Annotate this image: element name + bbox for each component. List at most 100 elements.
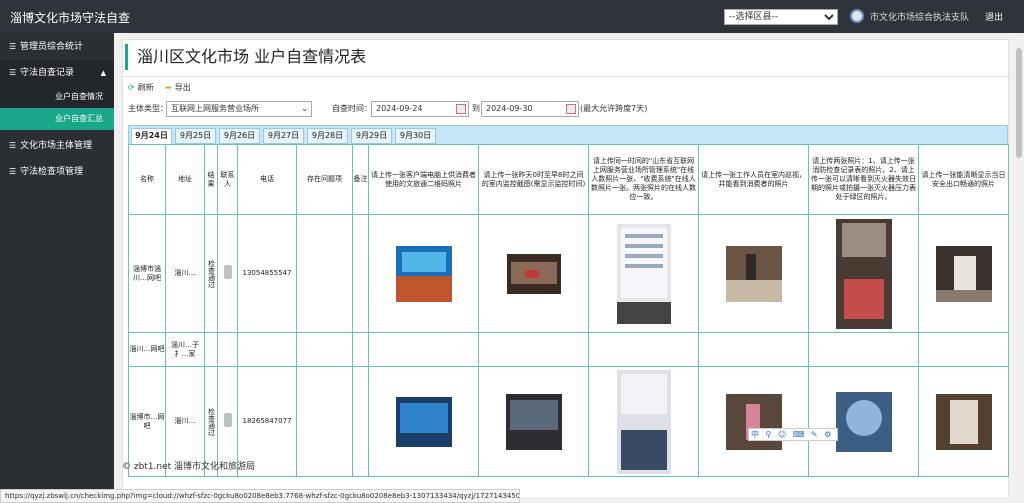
cell-photo	[368, 366, 479, 477]
cell-photo	[478, 332, 589, 367]
calendar-icon[interactable]	[456, 104, 466, 114]
tab-day-2[interactable]: 9月25日	[175, 128, 216, 144]
cell-result: 检查通过	[204, 214, 218, 333]
chevron-up-icon: ▲	[100, 69, 106, 77]
app-title: 淄博文化市场守法自查	[10, 11, 131, 25]
cell-contact	[217, 214, 238, 333]
status-bar-url: https://qyzj.zbswlj.cn/checkimg.php?img=…	[0, 489, 520, 503]
col-header-photo-patrol: 请上传一张工作人员在室内巡视，并能看到消费者的照片	[698, 144, 809, 215]
fire-photo-thumbnail[interactable]	[835, 218, 892, 329]
content-panel: 淄川区文化市场 业户自查情况表 ⟳ 刷新 ➦ 导出 主体类型： 互联网上网服务营业场…	[122, 39, 1010, 499]
top-bar: 淄博文化市场守法自查 --选择区县-- 市文化市场综合执法支队 退出	[0, 0, 1024, 33]
sidebar-item-label: 管理员综合统计	[20, 42, 84, 52]
qr-photo-thumbnail[interactable]	[395, 396, 452, 447]
result-text: 检查通过	[207, 259, 216, 288]
cell-photo	[918, 366, 1009, 477]
org-name: 市文化市场综合执法支队	[870, 13, 970, 23]
sidebar: ☰ 管理员综合统计 ☰ 守法自查记录 ▲ 业户自查情况 业户自查汇总 ☰ 文化市场主体管…	[0, 33, 114, 503]
cell-address: 淄川…	[165, 214, 205, 333]
logout-link[interactable]: 退出	[985, 10, 1003, 23]
list-icon: ☰	[9, 167, 17, 176]
start-date-value: 2024-09-24	[376, 104, 423, 113]
cell-issues	[296, 366, 353, 477]
tab-day-1[interactable]: 9月24日	[131, 128, 172, 144]
col-header-result: 结果	[204, 144, 218, 215]
tab-day-7[interactable]: 9月30日	[395, 128, 436, 144]
cell-photo	[588, 214, 699, 333]
filter-bar: 主体类型： 互联网上网服务营业场所 ⌄ 自查时间： 2024-09-24 到 20…	[128, 101, 1008, 119]
cell-photo	[368, 332, 479, 367]
org-info: 市文化市场综合执法支队	[850, 9, 970, 23]
end-date-input[interactable]: 2024-09-30	[481, 101, 579, 117]
cell-photo	[698, 332, 809, 367]
cell-result	[204, 332, 218, 367]
type-value: 互联网上网服务营业场所	[171, 104, 259, 113]
scrollbar-thumb[interactable]	[1016, 48, 1022, 158]
cell-address: 淄川…子扌…家	[165, 332, 205, 367]
ime-toolbar[interactable]: 中 ⚲ ☺ ⌨ ✎ ⚙	[748, 428, 838, 441]
qr-photo-thumbnail[interactable]	[395, 245, 452, 302]
sidebar-item-label: 守法自查记录	[20, 68, 75, 78]
table-row: 淄博市淄川…网吧 淄川… 检查通过 13054855547	[128, 214, 1009, 333]
cell-photo	[588, 332, 699, 367]
cell-photo	[918, 214, 1009, 333]
sidebar-item-label: 文化市场主体管理	[20, 141, 93, 151]
cell-photo	[698, 214, 809, 333]
sidebar-subitem-summary[interactable]: 业户自查汇总	[0, 108, 114, 130]
col-header-name: 名称	[128, 144, 166, 215]
time-label: 自查时间：	[332, 104, 372, 113]
exit-photo-thumbnail[interactable]	[935, 393, 992, 450]
sidebar-item-records[interactable]: ☰ 守法自查记录 ▲	[0, 60, 114, 86]
export-label: 导出	[174, 83, 191, 92]
tab-day-6[interactable]: 9月29日	[351, 128, 392, 144]
contact-redacted	[223, 265, 232, 279]
cell-address-text: 淄川…子扌…家	[171, 340, 199, 358]
tab-day-3[interactable]: 9月26日	[219, 128, 260, 144]
district-select[interactable]: --选择区县--	[724, 9, 838, 25]
cell-name: 淄博市淄川…网吧	[128, 214, 166, 333]
sidebar-item-check-mgmt[interactable]: ☰ 守法检查项管理	[0, 159, 114, 185]
export-button[interactable]: ➦ 导出	[165, 82, 191, 93]
sidebar-subitem-status[interactable]: 业户自查情况	[0, 86, 114, 108]
main-area: 淄川区文化市场 业户自查情况表 ⟳ 刷新 ➦ 导出 主体类型： 互联网上网服务营业场…	[114, 33, 1024, 503]
online-photo-thumbnail[interactable]	[616, 369, 671, 474]
start-date-input[interactable]: 2024-09-24	[371, 101, 469, 117]
cell-phone: 13054855547	[237, 214, 297, 333]
contact-redacted	[223, 413, 232, 427]
type-select[interactable]: 互联网上网服务营业场所 ⌄	[166, 101, 312, 117]
patrol-photo-thumbnail[interactable]	[725, 393, 782, 450]
cell-issues	[296, 214, 353, 333]
patrol-photo-thumbnail[interactable]	[725, 245, 782, 302]
exit-photo-thumbnail[interactable]	[935, 245, 992, 302]
online-photo-thumbnail[interactable]	[616, 223, 671, 324]
cell-remark	[352, 366, 369, 477]
type-label: 主体类型：	[128, 104, 168, 113]
col-header-photo-fire: 请上传两张照片：1、请上传一张消防检查记录表的照片。2、请上传一张可以清晰看到灭…	[808, 144, 919, 215]
cell-name-text: 淄川…网吧	[129, 345, 165, 353]
cell-photo	[368, 214, 479, 333]
fire-photo-thumbnail[interactable]	[835, 391, 892, 452]
calendar-icon[interactable]	[566, 104, 576, 114]
monitor-photo-thumbnail[interactable]	[505, 393, 562, 450]
tab-day-5[interactable]: 9月28日	[307, 128, 348, 144]
to-label: 到	[472, 104, 480, 113]
cell-photo	[808, 214, 919, 333]
list-icon: ☰	[9, 141, 17, 150]
tab-day-4[interactable]: 9月27日	[263, 128, 304, 144]
col-header-address: 地址	[165, 144, 205, 215]
cell-contact	[217, 332, 238, 367]
refresh-button[interactable]: ⟳ 刷新	[128, 82, 154, 93]
col-header-photo-qr: 请上传一张客户端电脑上供消费者使用的文旅通二维码照片	[368, 144, 479, 215]
sidebar-item-entity-mgmt[interactable]: ☰ 文化市场主体管理	[0, 133, 114, 159]
col-header-photo-monitor: 请上传一张昨天0时至早8时之间的室内监控截图(需显示监控时间)	[478, 144, 589, 215]
refresh-label: 刷新	[137, 83, 154, 92]
sidebar-item-admin-stats[interactable]: ☰ 管理员综合统计	[0, 34, 114, 60]
monitor-photo-thumbnail[interactable]	[506, 253, 561, 294]
org-logo-icon	[850, 9, 864, 23]
cell-remark	[352, 214, 369, 333]
list-icon: ☰	[9, 68, 17, 77]
cell-photo	[698, 366, 809, 477]
sidebar-item-label: 守法检查项管理	[20, 167, 84, 177]
page-scrollbar[interactable]	[1014, 33, 1024, 503]
end-date-value: 2024-09-30	[486, 104, 533, 113]
